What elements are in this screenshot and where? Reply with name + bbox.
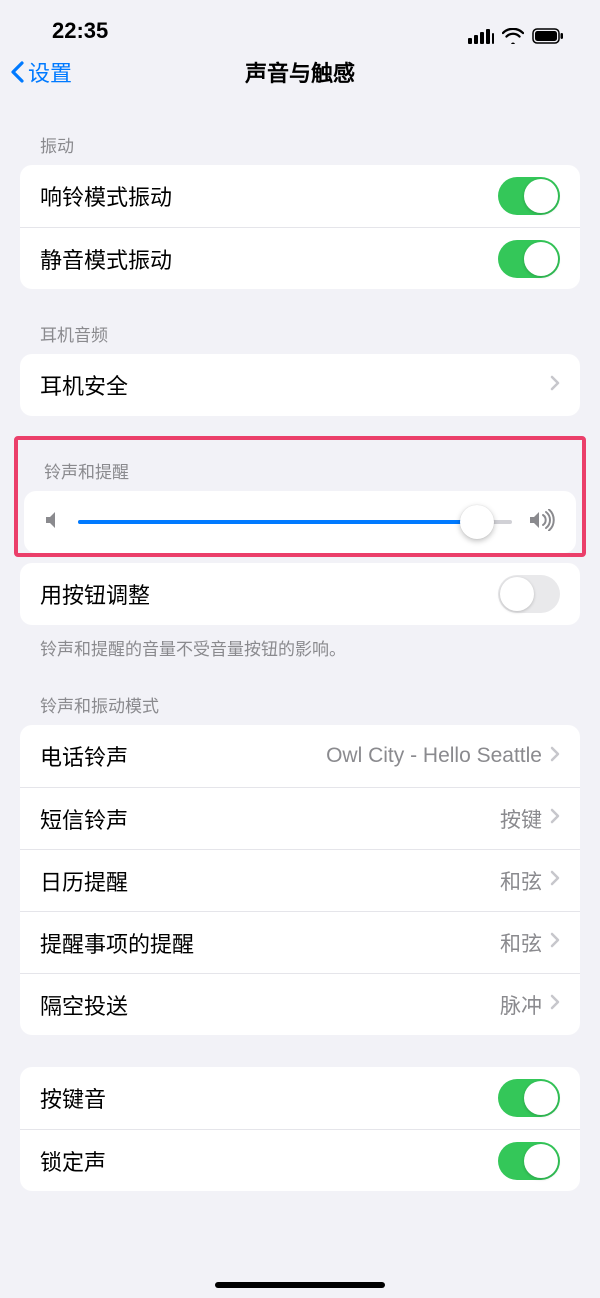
row-label: 按键音 bbox=[40, 1082, 498, 1114]
chevron-right-icon bbox=[550, 931, 560, 954]
sound-patterns-card: 电话铃声Owl City - Hello Seattle短信铃声按键日历提醒和弦… bbox=[20, 725, 580, 1035]
row-label: 提醒事项的提醒 bbox=[40, 927, 500, 959]
chevron-right-icon bbox=[550, 869, 560, 892]
status-right bbox=[468, 28, 564, 44]
row-value: 和弦 bbox=[500, 866, 550, 896]
row-vibrate-on-silent[interactable]: 静音模式振动 bbox=[20, 227, 580, 289]
row-label: 隔空投送 bbox=[40, 989, 500, 1021]
toggle-vibrate-on-ring[interactable] bbox=[498, 177, 560, 215]
row-change-with-buttons[interactable]: 用按钮调整 bbox=[20, 563, 580, 625]
page-title: 声音与触感 bbox=[0, 56, 600, 88]
volume-low-icon bbox=[44, 510, 62, 535]
wifi-icon bbox=[502, 28, 524, 44]
row-sound-pattern[interactable]: 日历提醒和弦 bbox=[20, 849, 580, 911]
row-vibrate-on-ring[interactable]: 响铃模式振动 bbox=[20, 165, 580, 227]
status-bar: 22:35 bbox=[0, 0, 600, 44]
row-sound-pattern[interactable]: 短信铃声按键 bbox=[20, 787, 580, 849]
row-label: 锁定声 bbox=[40, 1145, 498, 1177]
row-value: 脉冲 bbox=[500, 990, 550, 1020]
nav-bar: 设置 声音与触感 bbox=[0, 44, 600, 100]
volume-slider[interactable] bbox=[78, 520, 512, 524]
chevron-right-icon bbox=[550, 993, 560, 1016]
row-value: 和弦 bbox=[500, 928, 550, 958]
row-keyboard-clicks[interactable]: 按键音 bbox=[20, 1067, 580, 1129]
chevron-right-icon bbox=[550, 374, 560, 397]
row-sound-pattern[interactable]: 电话铃声Owl City - Hello Seattle bbox=[20, 725, 580, 787]
section-header-vibration: 振动 bbox=[20, 100, 580, 165]
section-header-headphone-audio: 耳机音频 bbox=[20, 289, 580, 354]
change-with-buttons-card: 用按钮调整 bbox=[20, 563, 580, 625]
chevron-right-icon bbox=[550, 745, 560, 768]
vibration-card: 响铃模式振动 静音模式振动 bbox=[20, 165, 580, 289]
chevron-left-icon bbox=[10, 61, 24, 83]
section-header-ringer-alerts: 铃声和提醒 bbox=[24, 440, 576, 491]
row-headphone-safety[interactable]: 耳机安全 bbox=[20, 354, 580, 416]
row-ringer-volume[interactable] bbox=[24, 491, 576, 553]
status-time: 22:35 bbox=[52, 18, 108, 44]
row-label: 响铃模式振动 bbox=[40, 180, 498, 212]
volume-high-icon bbox=[528, 509, 556, 536]
row-sound-pattern[interactable]: 隔空投送脉冲 bbox=[20, 973, 580, 1035]
back-label: 设置 bbox=[28, 56, 72, 88]
row-label: 短信铃声 bbox=[40, 803, 500, 835]
row-label: 电话铃声 bbox=[40, 740, 326, 772]
system-sounds-card: 按键音 锁定声 bbox=[20, 1067, 580, 1191]
row-lock-sound[interactable]: 锁定声 bbox=[20, 1129, 580, 1191]
section-footer-ringer: 铃声和提醒的音量不受音量按钮的影响。 bbox=[20, 625, 580, 660]
slider-fill bbox=[78, 520, 477, 524]
slider-thumb[interactable] bbox=[460, 505, 494, 539]
section-header-sound-patterns: 铃声和振动模式 bbox=[20, 660, 580, 725]
highlight-ringer-section: 铃声和提醒 bbox=[14, 436, 586, 557]
battery-icon bbox=[532, 28, 564, 44]
cellular-icon bbox=[468, 28, 494, 44]
toggle-change-with-buttons[interactable] bbox=[498, 575, 560, 613]
toggle-vibrate-on-silent[interactable] bbox=[498, 240, 560, 278]
headphone-audio-card: 耳机安全 bbox=[20, 354, 580, 416]
row-label: 静音模式振动 bbox=[40, 243, 498, 275]
row-value: Owl City - Hello Seattle bbox=[326, 744, 550, 768]
back-button[interactable]: 设置 bbox=[10, 56, 72, 88]
row-label: 用按钮调整 bbox=[40, 578, 498, 610]
row-sound-pattern[interactable]: 提醒事项的提醒和弦 bbox=[20, 911, 580, 973]
row-value: 按键 bbox=[500, 804, 550, 834]
toggle-keyboard-clicks[interactable] bbox=[498, 1079, 560, 1117]
ringer-slider-card bbox=[24, 491, 576, 553]
row-label: 耳机安全 bbox=[40, 369, 550, 401]
content: 振动 响铃模式振动 静音模式振动 耳机音频 耳机安全 铃声和提醒 bbox=[0, 100, 600, 1231]
row-label: 日历提醒 bbox=[40, 865, 500, 897]
chevron-right-icon bbox=[550, 807, 560, 830]
home-indicator[interactable] bbox=[215, 1282, 385, 1288]
toggle-lock-sound[interactable] bbox=[498, 1142, 560, 1180]
